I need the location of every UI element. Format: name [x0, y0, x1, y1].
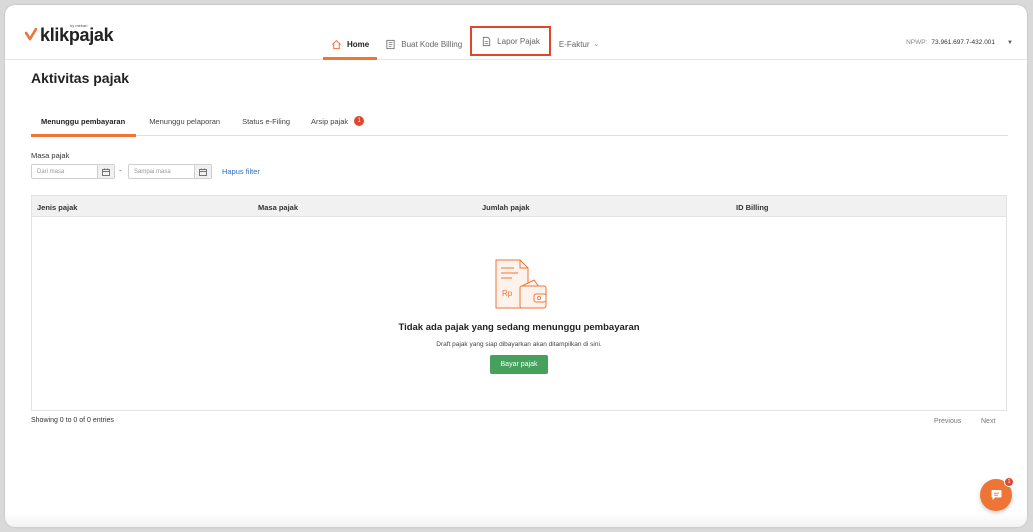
caret-down-icon: ▼ — [1007, 39, 1013, 46]
calendar-icon[interactable] — [97, 165, 114, 178]
empty-state-subtitle: Draft pajak yang siap dibayarkan akan di… — [436, 341, 602, 348]
filter-label: Masa pajak — [31, 151, 70, 160]
npwp-label: NPWP: — [906, 39, 928, 46]
nav-lapor-pajak[interactable]: Lapor Pajak — [470, 26, 551, 56]
nav-buat-kode-billing-label: Buat Kode Billing — [401, 39, 463, 49]
illustration-currency-label: Rp — [502, 289, 513, 298]
tab-label: Status e-Filing — [242, 116, 291, 126]
date-to-input[interactable]: Sampai masa — [128, 164, 212, 179]
date-range-separator: - — [119, 166, 122, 175]
notification-badge: 1 — [354, 116, 365, 126]
tax-table: Jenis pajak Masa pajak Jumlah pajak ID B… — [31, 195, 1007, 411]
tab-label: Menunggu pembayaran — [41, 116, 126, 126]
tab-label: Arsip pajak — [311, 116, 349, 126]
chat-icon — [991, 490, 1001, 500]
app-window: klikpajak by mekari Home Buat Kode Billi… — [5, 5, 1027, 527]
empty-state-title: Tidak ada pajak yang sedang menunggu pem… — [398, 322, 640, 333]
nav-home-label: Home — [347, 39, 370, 49]
logo-check-icon — [25, 28, 37, 41]
calendar-icon[interactable] — [194, 165, 211, 178]
tab-arsip-pajak[interactable]: Arsip pajak 1 — [300, 106, 374, 136]
logo-text: klikpajak — [40, 25, 114, 45]
main-nav: Home Buat Kode Billing Lapor Pajak E-Fak… — [323, 26, 608, 60]
chat-notification-badge: 1 — [1004, 477, 1014, 487]
clear-filter-link[interactable]: Hapus filter — [222, 167, 260, 176]
nav-e-faktur-label: E-Faktur — [558, 39, 590, 49]
nav-e-faktur[interactable]: E-Faktur ⌄ — [551, 29, 608, 59]
nav-lapor-pajak-label: Lapor Pajak — [497, 36, 540, 46]
chat-support-button[interactable]: 1 — [980, 477, 1014, 511]
date-from-input[interactable]: Dari masa — [31, 164, 115, 179]
table-header: Jenis pajak Masa pajak Jumlah pajak ID B… — [32, 196, 1006, 217]
tab-menunggu-pelaporan[interactable]: Menunggu pelaporan — [136, 106, 230, 136]
npwp-value: 73.961.697.7-432.001 — [931, 39, 996, 46]
empty-invoice-illustration: Rp — [495, 259, 547, 309]
date-from-placeholder: Dari masa — [37, 168, 65, 175]
top-navbar: klikpajak by mekari Home Buat Kode Billi… — [5, 5, 1027, 60]
activity-tabs: Menunggu pembayaran Menunggu pelaporan S… — [31, 106, 1008, 137]
next-page-button[interactable]: Next — [981, 418, 995, 425]
tab-label: Menunggu pelaporan — [149, 116, 221, 126]
previous-page-button[interactable]: Previous — [934, 418, 961, 425]
nav-home[interactable]: Home — [323, 29, 378, 60]
page-title: Aktivitas pajak — [31, 70, 130, 86]
billing-icon — [386, 39, 395, 49]
tab-status-e-filing[interactable]: Status e-Filing — [230, 106, 300, 136]
column-header[interactable]: Masa pajak — [258, 203, 298, 212]
klikpajak-logo[interactable]: klikpajak — [25, 25, 114, 45]
npwp-selector[interactable]: NPWP: 73.961.697.7-432.001 ▼ — [906, 39, 1013, 46]
home-icon — [332, 39, 341, 49]
document-icon — [483, 36, 491, 46]
logo-subtext: by mekari — [70, 23, 88, 28]
column-header[interactable]: Jumlah pajak — [482, 203, 530, 212]
column-header[interactable]: ID Billing — [736, 203, 769, 212]
date-to-placeholder: Sampai masa — [134, 168, 171, 175]
chevron-down-icon: ⌄ — [593, 41, 600, 48]
column-header[interactable]: Jenis pajak — [37, 203, 77, 212]
tab-menunggu-pembayaran[interactable]: Menunggu pembayaran — [31, 106, 137, 137]
bayar-pajak-button[interactable]: Bayar pajak — [490, 355, 548, 374]
entries-info: Showing 0 to 0 of 0 entries — [31, 417, 114, 424]
bottom-shadow — [5, 513, 1027, 527]
nav-buat-kode-billing[interactable]: Buat Kode Billing — [377, 29, 470, 59]
